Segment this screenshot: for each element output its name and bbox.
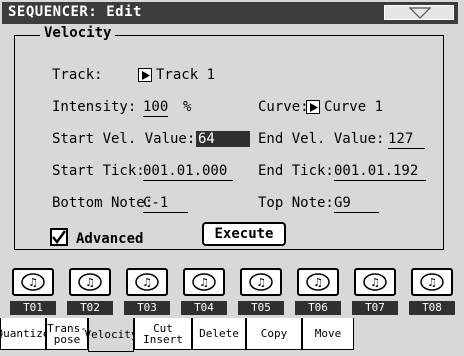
bottom-note-field[interactable]: C-1 [143, 195, 189, 213]
tab-transpose[interactable]: Trans- pose [46, 318, 88, 350]
track-label: T01 [10, 301, 56, 315]
intensity-field[interactable]: 100 [143, 99, 169, 117]
track-button[interactable]: ♫ T02 [65, 264, 115, 316]
intensity-label: Intensity: [52, 99, 137, 115]
midi-notes-icon: ♫ [249, 273, 273, 291]
start-vel-field[interactable]: 64 [196, 131, 250, 147]
curve-selector[interactable] [306, 100, 320, 114]
midi-notes-icon: ♫ [420, 273, 444, 291]
track-pad[interactable]: ♫ [240, 268, 282, 296]
curve-label: Curve: [258, 99, 309, 115]
svg-text:♫: ♫ [28, 276, 38, 289]
track-label: T05 [238, 301, 284, 315]
bottom-note-label: Bottom Note: [52, 195, 154, 211]
midi-notes-icon: ♫ [135, 273, 159, 291]
start-vel-label: Start Vel. Value: [52, 131, 196, 147]
end-vel-label: End Vel. Value: [258, 131, 385, 147]
top-note-field[interactable]: G9 [334, 195, 379, 213]
track-label: T03 [124, 301, 170, 315]
intensity-unit: % [183, 99, 192, 115]
track-pad[interactable]: ♫ [69, 268, 111, 296]
triangle-down-icon [409, 7, 431, 19]
top-note-label: Top Note: [258, 195, 334, 211]
svg-text:♫: ♫ [256, 276, 266, 289]
page-menu-button[interactable] [384, 5, 454, 20]
track-pad[interactable]: ♫ [12, 268, 54, 296]
track-selector[interactable] [138, 68, 152, 82]
track-pad[interactable]: ♫ [183, 268, 225, 296]
svg-text:♫: ♫ [142, 276, 152, 289]
track-pad[interactable]: ♫ [411, 268, 453, 296]
track-label: Track: [52, 67, 103, 83]
advanced-checkbox[interactable] [50, 228, 68, 246]
end-tick-field[interactable]: 001.01.192 [334, 163, 427, 181]
svg-text:♫: ♫ [85, 276, 95, 289]
track-value[interactable]: Track 1 [156, 67, 215, 83]
sequencer-screen: SEQUENCER: Edit Velocity Track: Track 1 … [0, 0, 464, 356]
edit-tabs: Quantize Trans- pose Velocity Cut Insert… [0, 318, 464, 356]
start-tick-field[interactable]: 001.01.000 [143, 163, 234, 181]
midi-notes-icon: ♫ [363, 273, 387, 291]
tab-cut-insert[interactable]: Cut Insert [134, 318, 192, 350]
track-pad[interactable]: ♫ [126, 268, 168, 296]
midi-notes-icon: ♫ [306, 273, 330, 291]
track-label: T02 [67, 301, 113, 315]
track-button[interactable]: ♫ T08 [407, 264, 457, 316]
svg-text:♫: ♫ [370, 276, 380, 289]
curve-value[interactable]: Curve 1 [324, 99, 383, 115]
track-strip: ♫ T01 ♫ T02 ♫ T03 ♫ T04 ♫ T05 ♫ T06 ♫ T0… [0, 264, 464, 318]
advanced-label: Advanced [76, 231, 144, 247]
tab-move[interactable]: Move [302, 318, 354, 350]
midi-notes-icon: ♫ [21, 273, 45, 291]
track-button[interactable]: ♫ T07 [350, 264, 400, 316]
track-pad[interactable]: ♫ [297, 268, 339, 296]
track-label: T04 [181, 301, 227, 315]
tab-copy[interactable]: Copy [246, 318, 302, 350]
track-button[interactable]: ♫ T04 [179, 264, 229, 316]
end-vel-field[interactable]: 127 [388, 131, 426, 149]
tab-velocity[interactable]: Velocity [85, 318, 138, 352]
play-arrow-icon [310, 103, 318, 112]
track-pad[interactable]: ♫ [354, 268, 396, 296]
track-label: T06 [295, 301, 341, 315]
tab-quantize[interactable]: Quantize [0, 318, 50, 350]
end-tick-label: End Tick: [258, 163, 334, 179]
track-label: T08 [409, 301, 455, 315]
checkmark-icon [52, 230, 66, 244]
window-title: SEQUENCER: Edit [8, 4, 142, 20]
svg-text:♫: ♫ [313, 276, 323, 289]
track-label: T07 [352, 301, 398, 315]
track-button[interactable]: ♫ T03 [122, 264, 172, 316]
track-button[interactable]: ♫ T06 [293, 264, 343, 316]
panel-title: Velocity [40, 25, 116, 41]
svg-text:♫: ♫ [199, 276, 209, 289]
title-bar: SEQUENCER: Edit [2, 2, 458, 24]
midi-notes-icon: ♫ [192, 273, 216, 291]
start-tick-label: Start Tick: [52, 163, 145, 179]
tab-delete[interactable]: Delete [192, 318, 246, 350]
execute-button[interactable]: Execute [202, 222, 286, 246]
track-button[interactable]: ♫ T05 [236, 264, 286, 316]
midi-notes-icon: ♫ [78, 273, 102, 291]
track-button[interactable]: ♫ T01 [8, 264, 58, 316]
svg-text:♫: ♫ [427, 276, 437, 289]
play-arrow-icon [142, 71, 150, 80]
